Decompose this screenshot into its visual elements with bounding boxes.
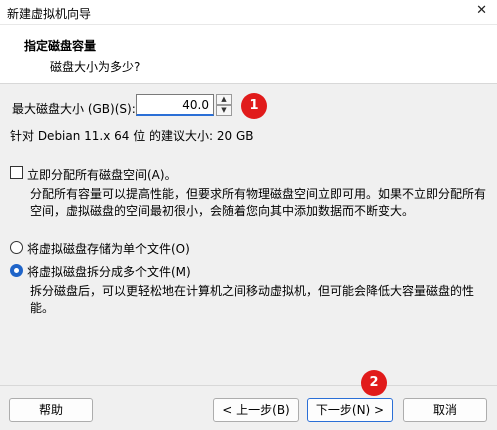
allocate-now-description: 分配所有容量可以提高性能，但要求所有物理磁盘空间立即可用。如果不立即分配所有 空… xyxy=(30,186,490,220)
multi-file-label[interactable]: 将虚拟磁盘拆分成多个文件(M) xyxy=(27,263,191,280)
multi-file-radio[interactable] xyxy=(10,264,23,277)
disk-size-spinner[interactable]: ▲ ▼ xyxy=(216,94,232,116)
multi-file-description: 拆分磁盘后，可以更轻松地在计算机之间移动虚拟机，但可能会降低大容量磁盘的性 能。 xyxy=(30,283,490,317)
footer-divider xyxy=(0,385,497,386)
wizard-header: 指定磁盘容量 磁盘大小为多少? xyxy=(0,25,497,84)
disk-size-input[interactable]: 40.0 xyxy=(136,94,214,116)
recommended-size-text: 针对 Debian 11.x 64 位 的建议大小: 20 GB xyxy=(10,129,254,143)
multi-file-description-line2: 能。 xyxy=(30,301,55,315)
multi-file-description-line1: 拆分磁盘后，可以更轻松地在计算机之间移动虚拟机，但可能会降低大容量磁盘的性 xyxy=(30,284,475,298)
single-file-radio[interactable] xyxy=(10,241,23,254)
annotation-badge-2: 2 xyxy=(361,370,387,396)
page-title: 指定磁盘容量 xyxy=(24,39,97,53)
title-bar: 新建虚拟机向导 ✕ xyxy=(0,0,497,25)
cancel-button[interactable]: 取消 xyxy=(403,398,487,422)
single-file-label[interactable]: 将虚拟磁盘存储为单个文件(O) xyxy=(27,240,190,257)
allocate-now-description-line2: 空间，虚拟磁盘的空间最初很小，会随着您向其中添加数据而不断变大。 xyxy=(30,204,415,218)
spin-down-icon[interactable]: ▼ xyxy=(216,105,232,116)
help-button[interactable]: 帮助 xyxy=(9,398,93,422)
annotation-badge-1: 1 xyxy=(241,93,267,119)
allocate-now-checkbox[interactable] xyxy=(10,166,23,179)
allocate-now-description-line1: 分配所有容量可以提高性能，但要求所有物理磁盘空间立即可用。如果不立即分配所有 xyxy=(30,187,487,201)
spin-up-icon[interactable]: ▲ xyxy=(216,94,232,105)
disk-size-label: 最大磁盘大小 (GB)(S): xyxy=(12,102,136,116)
back-button[interactable]: < 上一步(B) xyxy=(213,398,299,422)
next-button[interactable]: 下一步(N) > xyxy=(307,398,393,422)
page-subtitle: 磁盘大小为多少? xyxy=(50,60,141,74)
close-icon[interactable]: ✕ xyxy=(476,3,487,18)
allocate-now-label[interactable]: 立即分配所有磁盘空间(A)。 xyxy=(27,166,177,183)
window-title: 新建虚拟机向导 xyxy=(7,7,92,21)
